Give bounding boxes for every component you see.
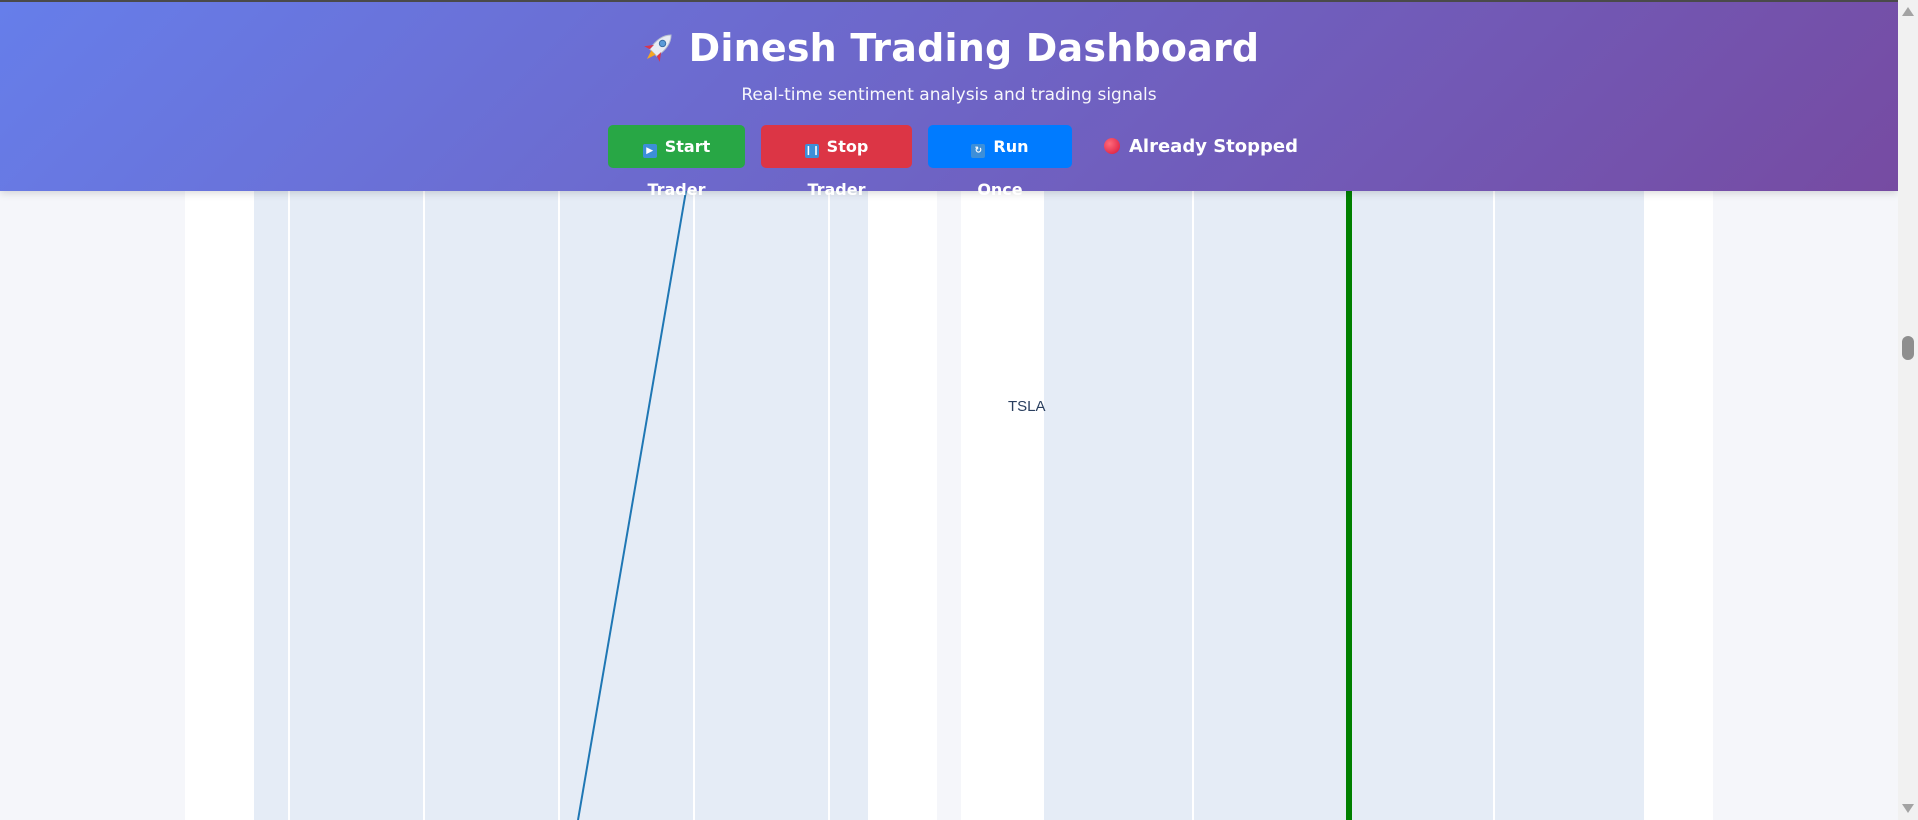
sentiment-line-chart-card — [185, 191, 937, 820]
bar-chart-gridline — [1192, 191, 1194, 820]
scroll-down-arrow-icon[interactable] — [1902, 804, 1914, 813]
play-icon: ▶ — [642, 144, 657, 158]
run-once-button[interactable]: ↻ Run Once — [927, 125, 1072, 199]
page-scrollbar[interactable] — [1898, 0, 1918, 820]
scroll-up-arrow-icon[interactable] — [1902, 7, 1914, 16]
trader-status: Already Stopped — [1103, 125, 1298, 168]
bar-chart-gridline — [1493, 191, 1495, 820]
scrollbar-thumb[interactable] — [1902, 336, 1914, 360]
refresh-icon: ↻ — [971, 144, 986, 158]
line-chart-plot-area — [254, 191, 868, 820]
bar-chart-plot-area — [1044, 191, 1644, 820]
page-title: Dinesh Trading Dashboard — [0, 26, 1898, 70]
start-trader-button[interactable]: ▶ Start Trader — [607, 125, 745, 199]
line-chart-svg — [577, 191, 687, 820]
rocket-icon — [639, 27, 679, 67]
y-tick-label: TSLA — [1008, 398, 1046, 415]
control-buttons: ▶ Start Trader ❙❙ Stop Trader ↻ Run Once Al… — [0, 125, 1898, 199]
red-circle-icon — [1103, 138, 1120, 154]
ticker-bar-chart-card: TSLA — [961, 191, 1713, 820]
start-trader-label: Start Trader — [647, 137, 711, 199]
status-text: Already Stopped — [1128, 136, 1298, 157]
tsla-bar — [1346, 191, 1352, 820]
title-text: Dinesh Trading Dashboard — [688, 26, 1260, 70]
pause-icon: ❙❙ — [804, 144, 820, 158]
dashboard-header: Dinesh Trading Dashboard Real-time senti… — [0, 0, 1898, 199]
window-top-border — [0, 0, 1898, 2]
stop-trader-button[interactable]: ❙❙ Stop Trader — [760, 125, 912, 199]
series-line — [577, 191, 687, 820]
page-subtitle: Real-time sentiment analysis and trading… — [741, 85, 1157, 105]
